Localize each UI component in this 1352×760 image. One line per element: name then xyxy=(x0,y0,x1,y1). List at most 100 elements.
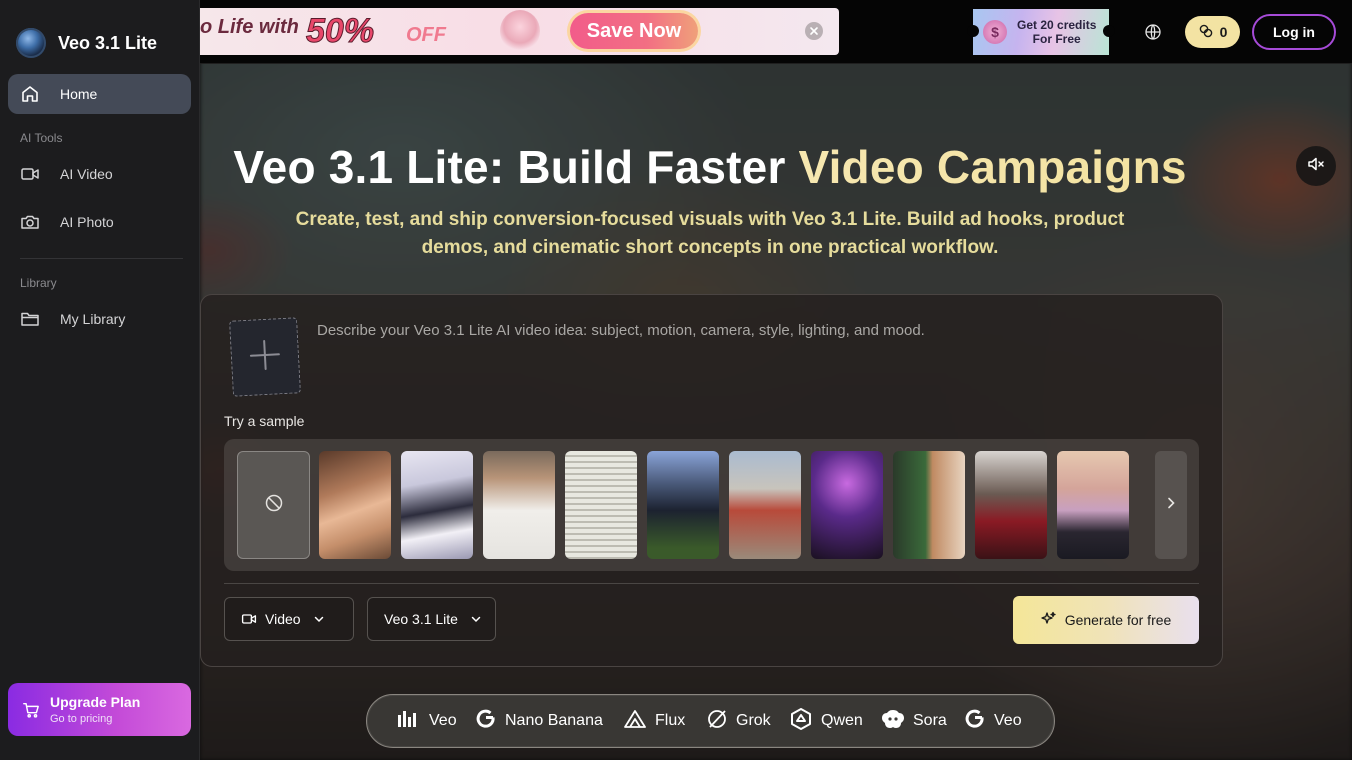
sample-thumbnail[interactable] xyxy=(647,451,719,559)
google-icon xyxy=(964,708,986,735)
promo-off: OFF xyxy=(406,24,446,46)
speaker-muted-icon xyxy=(1306,154,1326,179)
mode-select[interactable]: Video xyxy=(224,597,354,641)
sidebar-item-home[interactable]: Home xyxy=(8,74,191,114)
login-button[interactable]: Log in xyxy=(1252,14,1336,50)
model-label: Nano Banana xyxy=(505,712,603,729)
folder-icon xyxy=(20,309,40,329)
model-veo-google[interactable]: Veo xyxy=(964,709,1022,733)
sample-none[interactable] xyxy=(237,451,310,559)
model-select[interactable]: Veo 3.1 Lite xyxy=(367,597,496,641)
sample-thumbnail[interactable] xyxy=(811,451,883,559)
sample-next-button[interactable] xyxy=(1155,451,1187,559)
model-flux[interactable]: Flux xyxy=(623,709,685,733)
sidebar-item-ai-video[interactable]: AI Video xyxy=(8,154,191,194)
chevron-down-icon xyxy=(313,613,325,625)
model-label: Sora xyxy=(913,712,947,729)
google-icon xyxy=(475,708,497,735)
globe-icon[interactable] xyxy=(1143,22,1163,42)
section-label-library: Library xyxy=(20,276,57,290)
coins-icon xyxy=(1198,23,1214,42)
sample-thumbnail[interactable] xyxy=(483,451,555,559)
main-area: o Life with 50% OFF Save Now $ Get 20 cr… xyxy=(200,0,1352,760)
sidebar-item-my-library[interactable]: My Library xyxy=(8,299,191,339)
video-camera-icon xyxy=(241,611,257,627)
sidebar-item-label: Home xyxy=(60,86,98,102)
veo-bars-icon xyxy=(397,709,421,734)
promo-banner[interactable]: o Life with 50% OFF Save Now xyxy=(200,8,839,55)
credits-text: Get 20 credits For Free xyxy=(1017,18,1096,46)
plus-icon xyxy=(246,336,284,379)
sora-icon xyxy=(881,708,905,735)
credit-count: 0 xyxy=(1219,24,1228,40)
upgrade-subtitle: Go to pricing xyxy=(50,713,113,725)
sidebar-item-label: AI Video xyxy=(60,166,113,182)
sample-thumbnail[interactable] xyxy=(401,451,473,559)
chevron-right-icon xyxy=(1164,496,1178,515)
flux-icon xyxy=(623,709,647,734)
upgrade-title: Upgrade Plan xyxy=(50,694,141,710)
sample-thumbnail[interactable] xyxy=(729,451,801,559)
sample-thumbnail[interactable] xyxy=(975,451,1047,559)
mode-select-value: Video xyxy=(265,611,301,627)
sample-thumbnail[interactable] xyxy=(893,451,965,559)
model-strip: Veo Nano Banana Flux Grok Qwen Sora Veo xyxy=(366,694,1055,748)
hero-title: Veo 3.1 Lite: Build Faster Video Campaig… xyxy=(200,140,1220,194)
model-veo[interactable]: Veo xyxy=(397,709,457,733)
chevron-down-icon xyxy=(470,613,482,625)
sidebar: Veo 3.1 Lite Home AI Tools AI Video AI P… xyxy=(0,0,200,760)
upgrade-plan-button[interactable]: Upgrade Plan Go to pricing xyxy=(8,683,191,736)
hero-subtitle: Create, test, and ship conversion-focuse… xyxy=(295,209,1125,258)
credits-line-1: Get 20 credits xyxy=(1017,18,1097,32)
image-upload[interactable] xyxy=(229,317,301,397)
mute-button[interactable] xyxy=(1296,146,1336,186)
free-credits-banner[interactable]: $ Get 20 credits For Free xyxy=(967,9,1115,55)
sample-strip xyxy=(224,439,1199,571)
credits-line-2: For Free xyxy=(1032,32,1081,46)
prompt-input[interactable]: Describe your Veo 3.1 Lite AI video idea… xyxy=(317,322,1177,339)
model-qwen[interactable]: Qwen xyxy=(789,707,863,736)
sample-thumbnail[interactable] xyxy=(319,451,391,559)
top-bar: o Life with 50% OFF Save Now $ Get 20 cr… xyxy=(200,0,1352,64)
sidebar-item-ai-photo[interactable]: AI Photo xyxy=(8,202,191,242)
sidebar-divider xyxy=(20,258,183,259)
hero-title-white: Veo 3.1 Lite: Build Faster xyxy=(233,141,799,193)
model-nano-banana[interactable]: Nano Banana xyxy=(475,709,603,733)
promo-decoration xyxy=(500,10,540,52)
model-sora[interactable]: Sora xyxy=(881,709,947,733)
credit-balance[interactable]: 0 xyxy=(1185,16,1240,48)
model-label: Flux xyxy=(655,712,686,729)
video-camera-icon xyxy=(20,164,40,184)
section-label-ai-tools: AI Tools xyxy=(20,131,63,145)
promo-text: o Life with xyxy=(200,16,299,38)
generate-label: Generate for free xyxy=(1064,612,1172,628)
sidebar-item-label: My Library xyxy=(60,311,126,327)
promo-percent: 50% xyxy=(305,12,375,51)
composer-divider xyxy=(224,583,1199,584)
model-label: Veo xyxy=(429,712,457,729)
brand-logo xyxy=(16,28,46,58)
brand[interactable]: Veo 3.1 Lite xyxy=(16,28,157,58)
no-sample-icon xyxy=(264,493,284,518)
try-sample-label: Try a sample xyxy=(224,413,305,429)
brand-name: Veo 3.1 Lite xyxy=(58,32,158,53)
home-icon xyxy=(20,84,40,104)
qwen-icon xyxy=(789,707,813,736)
model-grok[interactable]: Grok xyxy=(706,709,771,733)
sample-thumbnail[interactable] xyxy=(565,451,637,559)
grok-icon xyxy=(706,708,728,735)
coin-icon: $ xyxy=(983,20,1007,44)
sample-thumbnail[interactable] xyxy=(1057,451,1129,559)
sidebar-item-label: AI Photo xyxy=(60,214,114,230)
hero-title-gold: Video Campaigns xyxy=(798,141,1187,193)
close-icon[interactable] xyxy=(805,22,823,40)
save-now-button[interactable]: Save Now xyxy=(570,13,698,49)
model-label: Veo xyxy=(994,712,1022,729)
camera-icon xyxy=(20,212,40,232)
model-label: Grok xyxy=(736,712,771,729)
sparkle-icon xyxy=(1041,611,1057,630)
model-select-value: Veo 3.1 Lite xyxy=(384,611,458,627)
generate-button[interactable]: Generate for free xyxy=(1013,596,1199,644)
model-label: Qwen xyxy=(821,712,863,729)
prompt-composer: Describe your Veo 3.1 Lite AI video idea… xyxy=(200,294,1223,667)
